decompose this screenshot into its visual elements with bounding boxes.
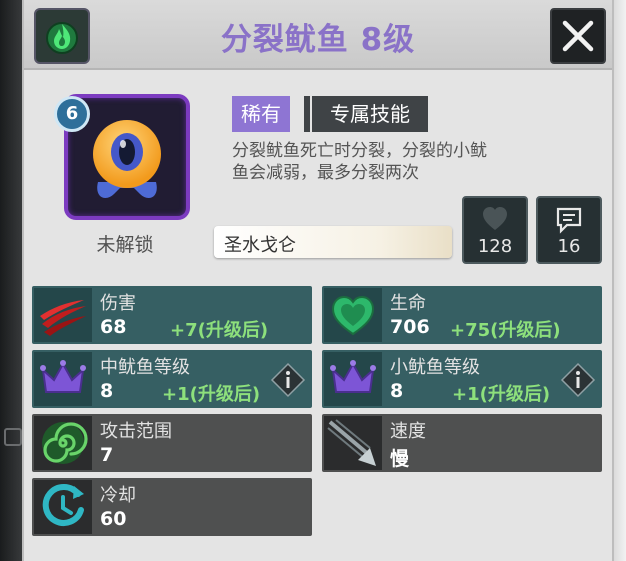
damage-icon-box — [34, 288, 92, 342]
info-icon[interactable] — [560, 362, 596, 398]
unlock-status: 未解锁 — [96, 234, 154, 256]
panel-header: 分裂鱿鱼 8级 — [24, 0, 612, 70]
stat-label: 中鱿鱼等级 — [100, 357, 190, 378]
comment-count: 16 — [557, 236, 581, 257]
info-icon[interactable] — [270, 362, 306, 398]
stat-value: 706 — [390, 316, 430, 338]
message-icon — [556, 207, 582, 234]
stat-bonus: +1(升级后) — [452, 384, 551, 405]
background-left — [0, 0, 24, 561]
level-badge: 6 — [54, 96, 90, 132]
stat-bonus: +75(升级后) — [450, 320, 561, 341]
lock-icon — [4, 428, 22, 446]
stat-card-small-squid-level: 小鱿鱼等级 8 +1(升级后) — [322, 350, 602, 408]
description-line: 鱼会减弱，最多分裂两次 — [232, 163, 419, 183]
health-icon-box — [324, 288, 382, 342]
close-icon — [562, 20, 594, 52]
stat-card-speed: 速度 慢 — [322, 414, 602, 472]
spiral-icon — [42, 422, 88, 464]
unit-detail-panel: 分裂鱿鱼 8级 6 未解锁 稀有 专属技能 分裂鱿鱼死亡时分裂，分裂的小鱿 鱼会… — [22, 0, 614, 561]
unit-description: 分裂鱿鱼死亡时分裂，分裂的小鱿 鱼会减弱，最多分裂两次 — [232, 140, 572, 184]
clock-refresh-icon — [42, 483, 84, 526]
rarity-tag: 稀有 — [232, 96, 290, 132]
small-squid-level-icon-box — [324, 352, 382, 406]
stat-bonus: +1(升级后) — [162, 384, 261, 405]
comment-button[interactable]: 16 — [536, 196, 602, 264]
tab-divider — [304, 96, 310, 132]
cooldown-icon-box — [34, 480, 92, 534]
stat-card-damage: 伤害 68 +7(升级后) — [32, 286, 312, 344]
like-count: 128 — [477, 236, 513, 257]
stat-value: 68 — [100, 316, 127, 338]
stat-value: 8 — [100, 380, 114, 402]
claw-slash-icon — [40, 300, 86, 336]
stat-value: 慢 — [390, 448, 410, 470]
heart-icon — [331, 295, 375, 336]
mid-squid-level-icon-box — [34, 352, 92, 406]
crown-icon — [40, 360, 86, 393]
tab-exclusive-skill[interactable]: 专属技能 — [312, 96, 428, 132]
stat-label: 速度 — [390, 421, 426, 442]
stat-label: 冷却 — [100, 485, 136, 506]
synergy-input[interactable]: 圣水戈仑 — [214, 226, 452, 258]
stat-value: 8 — [390, 380, 404, 402]
close-button[interactable] — [550, 8, 606, 64]
stat-value: 7 — [100, 444, 114, 466]
stat-card-health: 生命 706 +75(升级后) — [322, 286, 602, 344]
attack-range-icon-box — [34, 416, 92, 470]
page-title: 分裂鱿鱼 8级 — [220, 22, 416, 58]
stat-card-mid-squid-level: 中鱿鱼等级 8 +1(升级后) — [32, 350, 312, 408]
stat-card-cooldown: 冷却 60 — [32, 478, 312, 536]
stat-label: 攻击范围 — [100, 421, 172, 442]
stat-card-attack-range: 攻击范围 7 — [32, 414, 312, 472]
heart-icon — [483, 207, 507, 230]
stat-label: 小鱿鱼等级 — [390, 357, 480, 378]
arrow-icon — [327, 419, 376, 466]
synergy-input-value: 圣水戈仑 — [224, 235, 296, 256]
stat-value: 60 — [100, 508, 127, 530]
speed-icon-box — [324, 416, 382, 470]
crown-icon — [330, 360, 376, 393]
stat-label: 生命 — [390, 293, 426, 314]
stat-label: 伤害 — [100, 293, 136, 314]
description-line: 分裂鱿鱼死亡时分裂，分裂的小鱿 — [232, 141, 487, 161]
like-button[interactable]: 128 — [462, 196, 528, 264]
stat-bonus: +7(升级后) — [170, 320, 269, 341]
